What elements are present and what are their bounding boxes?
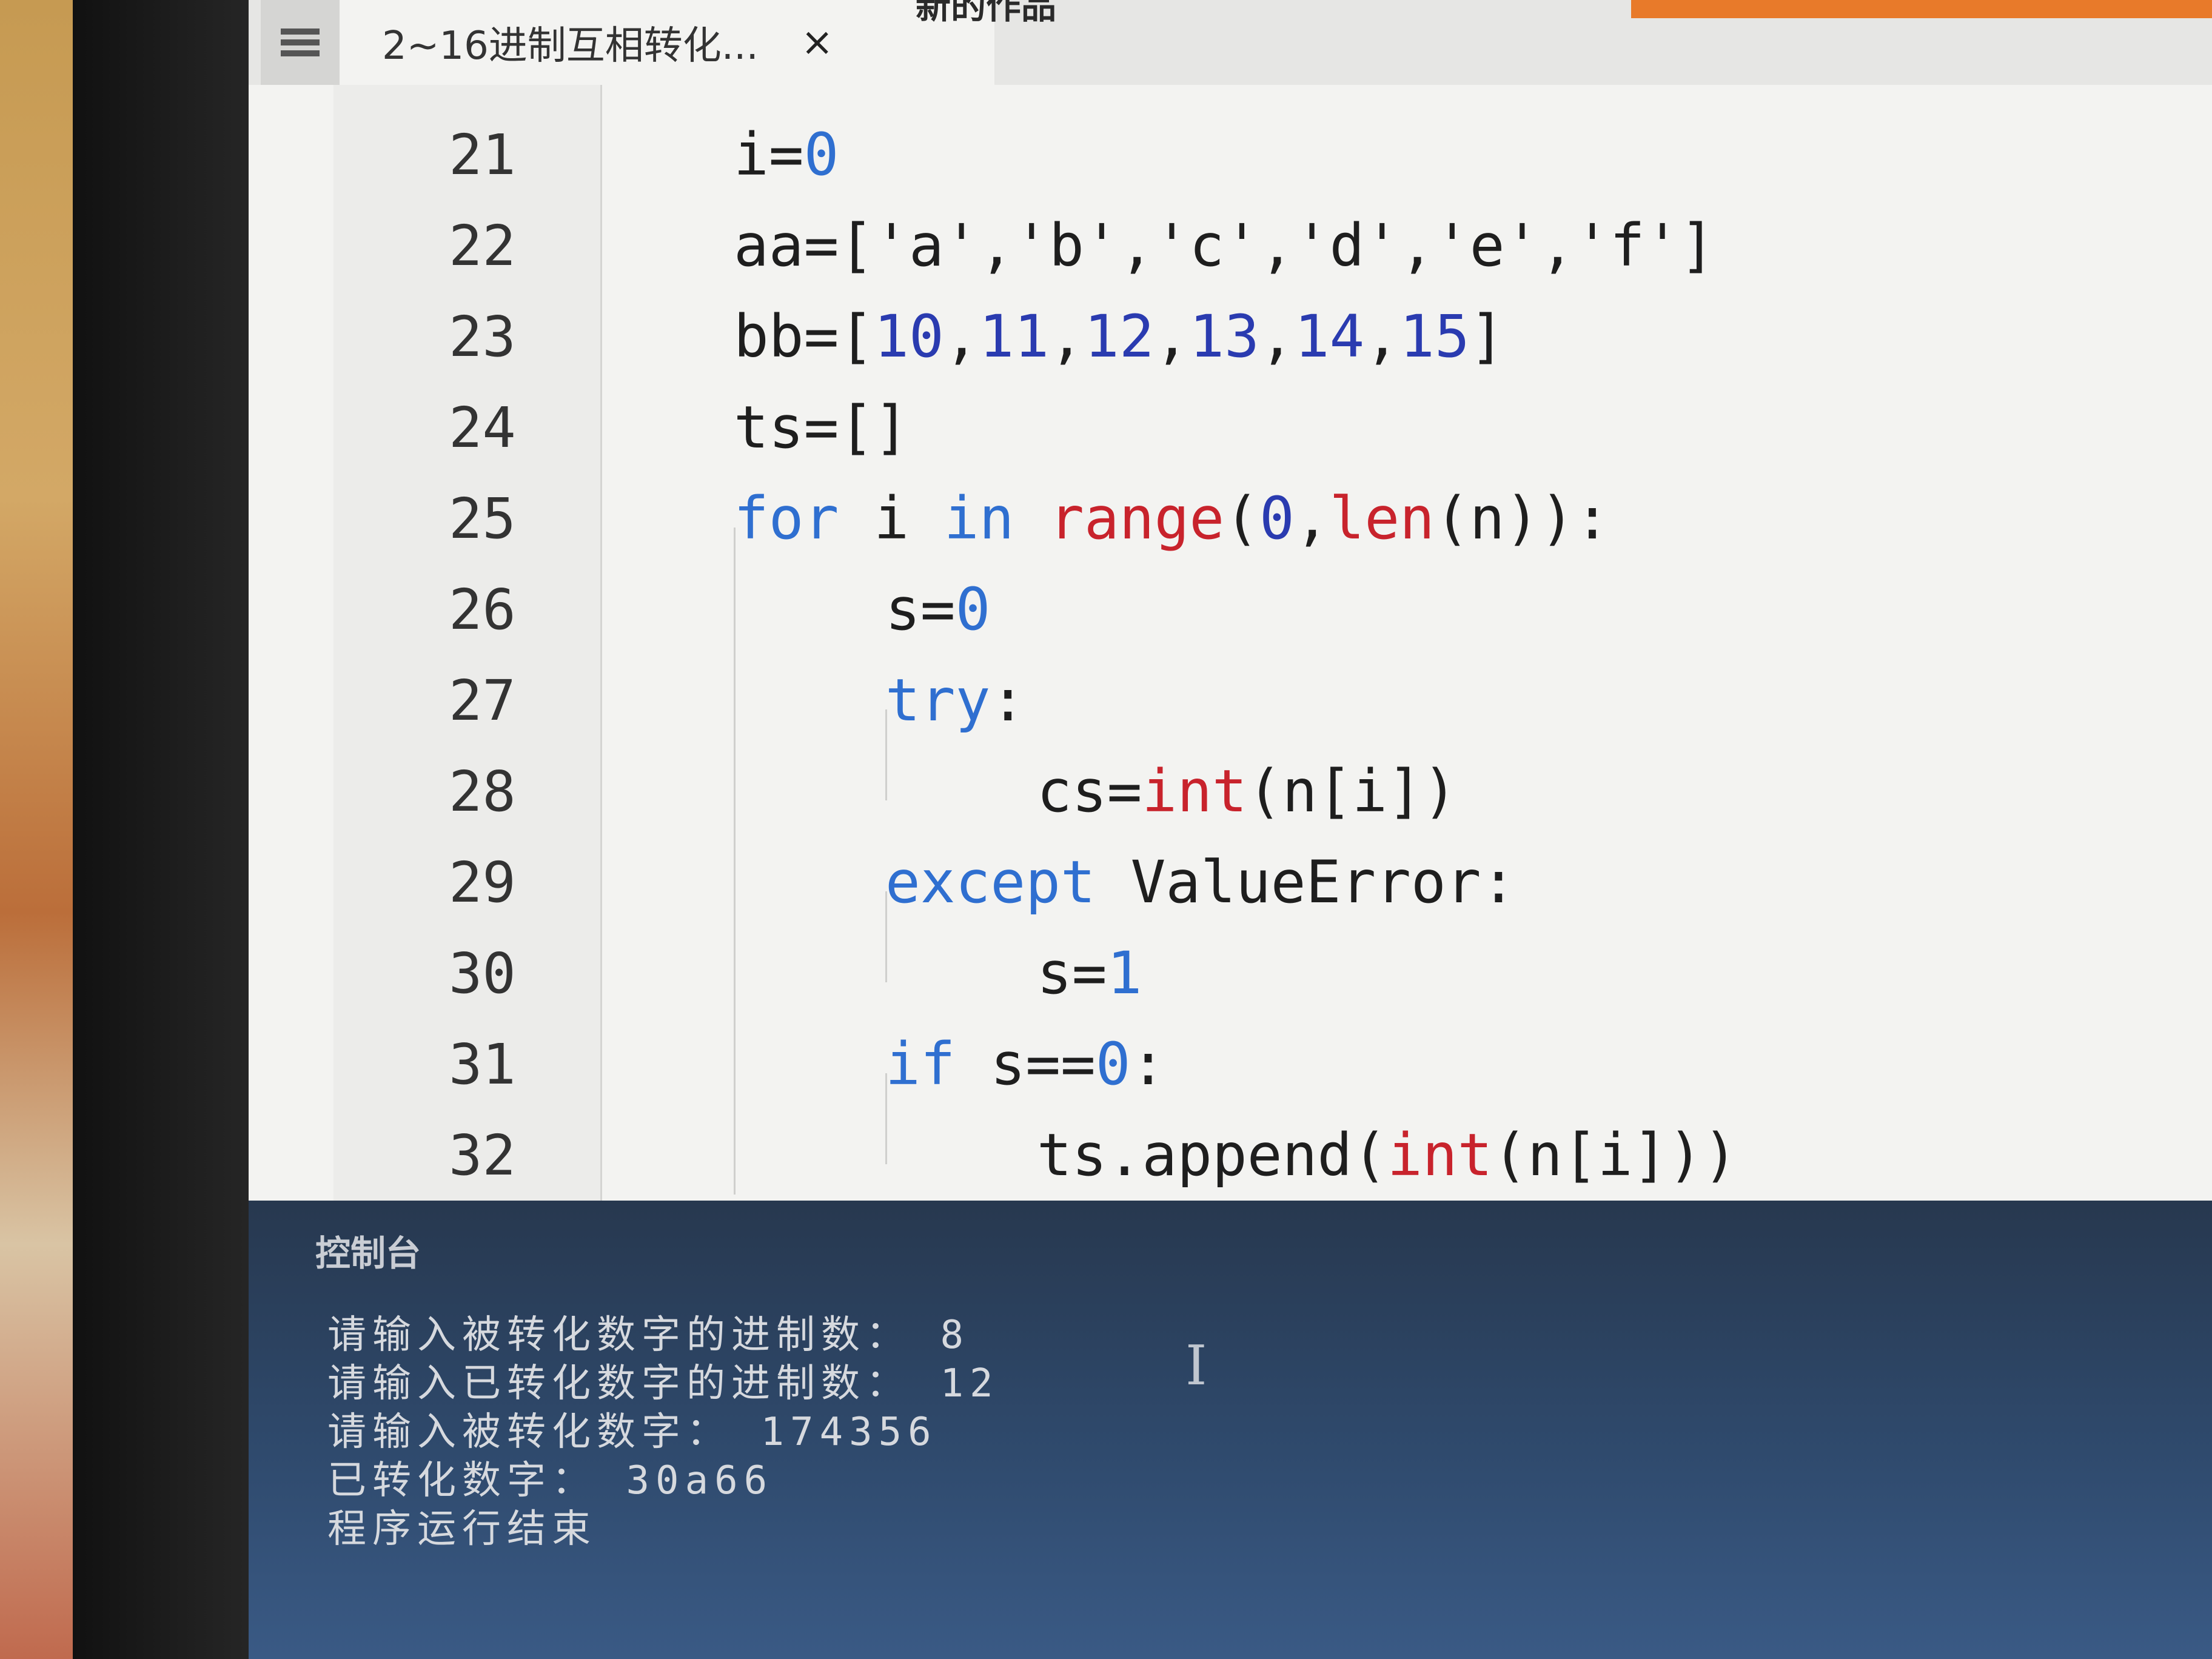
console-line: 请输入已转化数字的进制数： 12	[327, 1361, 999, 1406]
console-panel[interactable]: 控制台 请输入被转化数字的进制数： 8 请输入已转化数字的进制数： 12 请输入…	[249, 1201, 2212, 1659]
line-number: 22	[449, 213, 516, 278]
code-text: if s==0:	[885, 1030, 1166, 1098]
desk-background	[0, 0, 73, 1659]
tab-label: 2~16进制互相转化...	[382, 24, 759, 69]
text-cursor-icon: I	[1185, 1334, 1207, 1398]
close-icon[interactable]: ×	[801, 20, 834, 65]
tab-bar: 2~16进制互相转化... × 新的作品	[249, 0, 2212, 85]
console-line: 请输入被转化数字的进制数： 8	[327, 1313, 970, 1358]
line-number: 25	[449, 486, 516, 551]
line-number: 27	[449, 668, 516, 733]
console-line: 请输入被转化数字： 174356	[327, 1410, 937, 1455]
line-number: 30	[449, 940, 516, 1006]
code-text: for i in range(0,len(n)):	[734, 484, 1610, 552]
line-number: 23	[449, 304, 516, 369]
photo-frame: 2~16进制互相转化... × 新的作品 21 i=0 22 aa=['a','…	[0, 0, 2212, 1659]
code-text: s=1	[1037, 939, 1142, 1007]
console-title: 控制台	[315, 1233, 421, 1274]
line-number: 29	[449, 850, 516, 915]
line-number: 21	[449, 122, 516, 187]
line-number: 24	[449, 395, 516, 460]
line-number: 32	[449, 1122, 516, 1188]
tab-new-work[interactable]: 新的作品	[891, 0, 1461, 30]
code-text: except ValueError:	[885, 848, 1517, 916]
monitor-bezel	[73, 0, 255, 1659]
console-line: 程序运行结束	[327, 1507, 597, 1552]
console-line: 已转化数字： 30a66	[327, 1458, 774, 1503]
line-number: 26	[449, 577, 516, 642]
code-text: i=0	[734, 121, 839, 189]
code-text: aa=['a','b','c','d','e','f']	[734, 212, 1715, 280]
accent-strip	[1631, 0, 2212, 18]
ide-window: 2~16进制互相转化... × 新的作品 21 i=0 22 aa=['a','…	[249, 0, 2212, 1659]
code-text: s=0	[885, 575, 991, 643]
line-number: 28	[449, 759, 516, 824]
indent-guide	[734, 528, 736, 1195]
code-text: bb=[10,11,12,13,14,15]	[734, 303, 1505, 370]
menu-icon[interactable]	[261, 0, 340, 85]
code-text: try:	[885, 666, 1026, 734]
code-text: ts.append(int(n[i]))	[1037, 1121, 1738, 1189]
code-text: ts=[]	[734, 394, 909, 461]
code-text: cs=int(n[i])	[1037, 757, 1458, 825]
code-editor[interactable]: 21 i=0 22 aa=['a','b','c','d','e','f'] 2…	[249, 85, 2212, 1201]
line-number: 31	[449, 1031, 516, 1097]
